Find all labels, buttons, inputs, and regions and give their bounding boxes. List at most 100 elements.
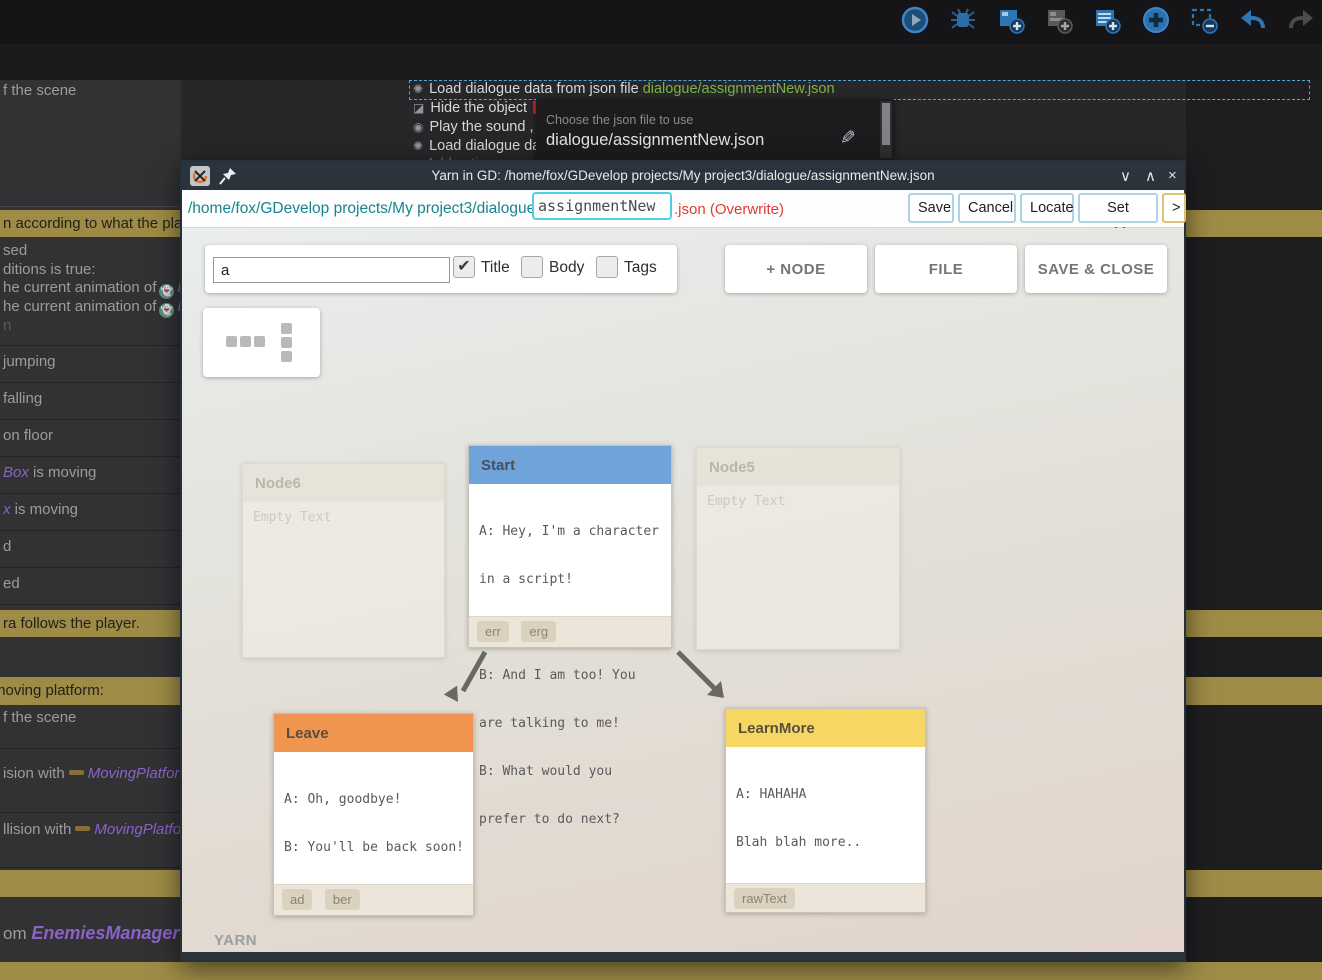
- event-text: sed: [3, 242, 27, 259]
- dialogue-node-start[interactable]: Start A: Hey, I'm a character in a scrip…: [468, 445, 672, 648]
- event-text: moving platform:: [0, 682, 104, 699]
- play-preview-icon[interactable]: [900, 5, 930, 35]
- scene-tabs-bar: NEW SCENE × NEW SCENE (EVENTS) ×: [0, 44, 1322, 80]
- divider: [0, 419, 181, 420]
- main-toolbar: [0, 0, 1322, 44]
- node-body: Empty Text: [707, 494, 893, 510]
- node-body: A: HAHAHA Blah blah more..: [736, 755, 919, 883]
- undo-icon[interactable]: [1238, 5, 1268, 35]
- dialogue-line: B: And I am too! You: [479, 668, 665, 684]
- node-body: A: Hey, I'm a character in a script! <<t…: [479, 492, 665, 860]
- popup-hint: Choose the json file to use: [546, 113, 693, 127]
- dialogue-line: Blah blah more..: [736, 835, 919, 851]
- dialogue-node-node5[interactable]: Node5 Empty Text: [696, 447, 900, 650]
- dialogue-line: A: HAHAHA: [736, 787, 919, 803]
- yarn-watermark: YARN: [214, 932, 257, 949]
- edit-pencil-icon[interactable]: ✎: [840, 127, 856, 150]
- yarn-window-titlebar[interactable]: Yarn in GD: /home/fox/GDevelop projects/…: [182, 162, 1184, 190]
- event-text: ra follows the player.: [3, 615, 140, 632]
- json-file-popup: Choose the json file to use dialogue/ass…: [536, 99, 894, 160]
- window-close-icon[interactable]: ×: [1168, 167, 1177, 184]
- screen: NEW SCENE × NEW SCENE (EVENTS) × f the s…: [0, 0, 1322, 980]
- node-title: LearnMore: [726, 709, 925, 747]
- event-text: om EnemiesManager: [3, 923, 179, 944]
- remove-selection-icon[interactable]: [1189, 5, 1219, 35]
- search-panel: ✔ Title Body Tags: [205, 245, 677, 293]
- window-maximize-icon[interactable]: ∧: [1145, 167, 1156, 185]
- window-bottom-border: [182, 952, 1184, 960]
- condition-row: ision withMovingPlatform: [3, 765, 192, 782]
- tag-chip[interactable]: rawText: [734, 888, 795, 909]
- arrange-widget: [203, 308, 320, 377]
- event-action-row[interactable]: ◪Hide the object: [413, 100, 542, 116]
- more-button[interactable]: >: [1162, 193, 1186, 223]
- add-event-icon[interactable]: [1092, 5, 1122, 35]
- add-object-icon[interactable]: [996, 5, 1026, 35]
- title-checkbox[interactable]: ✔: [453, 256, 475, 278]
- add-circle-icon[interactable]: [1141, 5, 1171, 35]
- hide-object-icon: ◪: [413, 101, 424, 115]
- debug-icon[interactable]: [948, 5, 978, 35]
- align-horizontal-icon[interactable]: [226, 336, 237, 347]
- align-horizontal-icon[interactable]: [240, 336, 251, 347]
- file-path-bar: /home/fox/GDevelop projects/My project3/…: [182, 190, 1184, 228]
- file-suffix-overwrite: .json (Overwrite): [674, 201, 784, 218]
- event-text: ditions is true:: [3, 261, 96, 278]
- title-checkbox-label: Title: [481, 259, 510, 277]
- tags-checkbox[interactable]: [596, 256, 618, 278]
- align-vertical-icon[interactable]: [281, 351, 292, 362]
- divider: [0, 530, 181, 531]
- tag-chip[interactable]: err: [477, 621, 509, 642]
- node-tags-footer: rawText: [726, 883, 925, 912]
- selected-event-outline: [409, 80, 1310, 100]
- cancel-button[interactable]: Cancel: [958, 193, 1016, 223]
- window-minimize-icon[interactable]: ∨: [1120, 167, 1131, 185]
- node-tags-footer: err erg: [469, 616, 671, 647]
- dialogue-line: prefer to do next?: [479, 812, 665, 828]
- divider: [0, 206, 181, 207]
- condition-row: he current animation of👻Pl: [3, 279, 191, 299]
- sound-icon: ◉: [413, 120, 423, 134]
- body-checkbox[interactable]: [521, 256, 543, 278]
- scrollbar[interactable]: [880, 101, 892, 158]
- tag-chip[interactable]: erg: [521, 621, 556, 642]
- align-horizontal-icon[interactable]: [254, 336, 265, 347]
- event-text: x is moving: [3, 501, 78, 518]
- event-text: d: [3, 538, 11, 555]
- file-menu-button[interactable]: FILE: [875, 245, 1017, 293]
- dialogue-node-learnmore[interactable]: LearnMore A: HAHAHA Blah blah more.. raw…: [725, 708, 926, 913]
- align-vertical-icon[interactable]: [281, 337, 292, 348]
- dialogue-line: A: Oh, goodbye!: [284, 792, 467, 808]
- event-action-row[interactable]: ✺Load dialogue dat: [413, 138, 544, 154]
- tags-checkbox-label: Tags: [624, 259, 657, 277]
- search-input[interactable]: [213, 257, 450, 283]
- save-and-close-button[interactable]: SAVE & CLOSE: [1025, 245, 1167, 293]
- tag-chip[interactable]: ber: [325, 889, 360, 910]
- event-text: Box is moving: [3, 464, 96, 481]
- yarn-editor-window: Yarn in GD: /home/fox/GDevelop projects/…: [180, 160, 1186, 962]
- filename-input[interactable]: [532, 192, 672, 220]
- scrollbar-thumb[interactable]: [882, 103, 890, 145]
- tag-chip[interactable]: ad: [282, 889, 312, 910]
- locate-button[interactable]: Locate: [1020, 193, 1074, 223]
- set-folder-button[interactable]: Set Folder: [1078, 193, 1158, 223]
- dialogue-line: A: Hey, I'm a character: [479, 524, 665, 540]
- event-action-row[interactable]: ◉Play the sound , v: [413, 119, 545, 135]
- divider: [0, 604, 181, 605]
- player-object-icon: 👻: [159, 284, 174, 299]
- save-button[interactable]: Save: [908, 193, 954, 223]
- player-object-icon: 👻: [159, 303, 174, 318]
- platform-object-icon: [69, 770, 84, 775]
- add-node-button[interactable]: + NODE: [725, 245, 867, 293]
- dialogue-node-node6[interactable]: Node6 Empty Text: [242, 463, 445, 658]
- event-text: n: [3, 317, 11, 334]
- divider: [0, 382, 181, 383]
- node-title: Node6: [243, 464, 444, 502]
- align-vertical-icon[interactable]: [281, 323, 292, 334]
- dialogue-node-leave[interactable]: Leave A: Oh, goodbye! B: You'll be back …: [273, 713, 474, 916]
- dialogue-line: in a script!: [479, 572, 665, 588]
- popup-value[interactable]: dialogue/assignmentNew.json: [546, 131, 764, 150]
- redo-icon: [1286, 5, 1316, 35]
- dialogue-line: B: You'll be back soon!: [284, 840, 467, 856]
- add-object-disabled-icon: [1044, 5, 1074, 35]
